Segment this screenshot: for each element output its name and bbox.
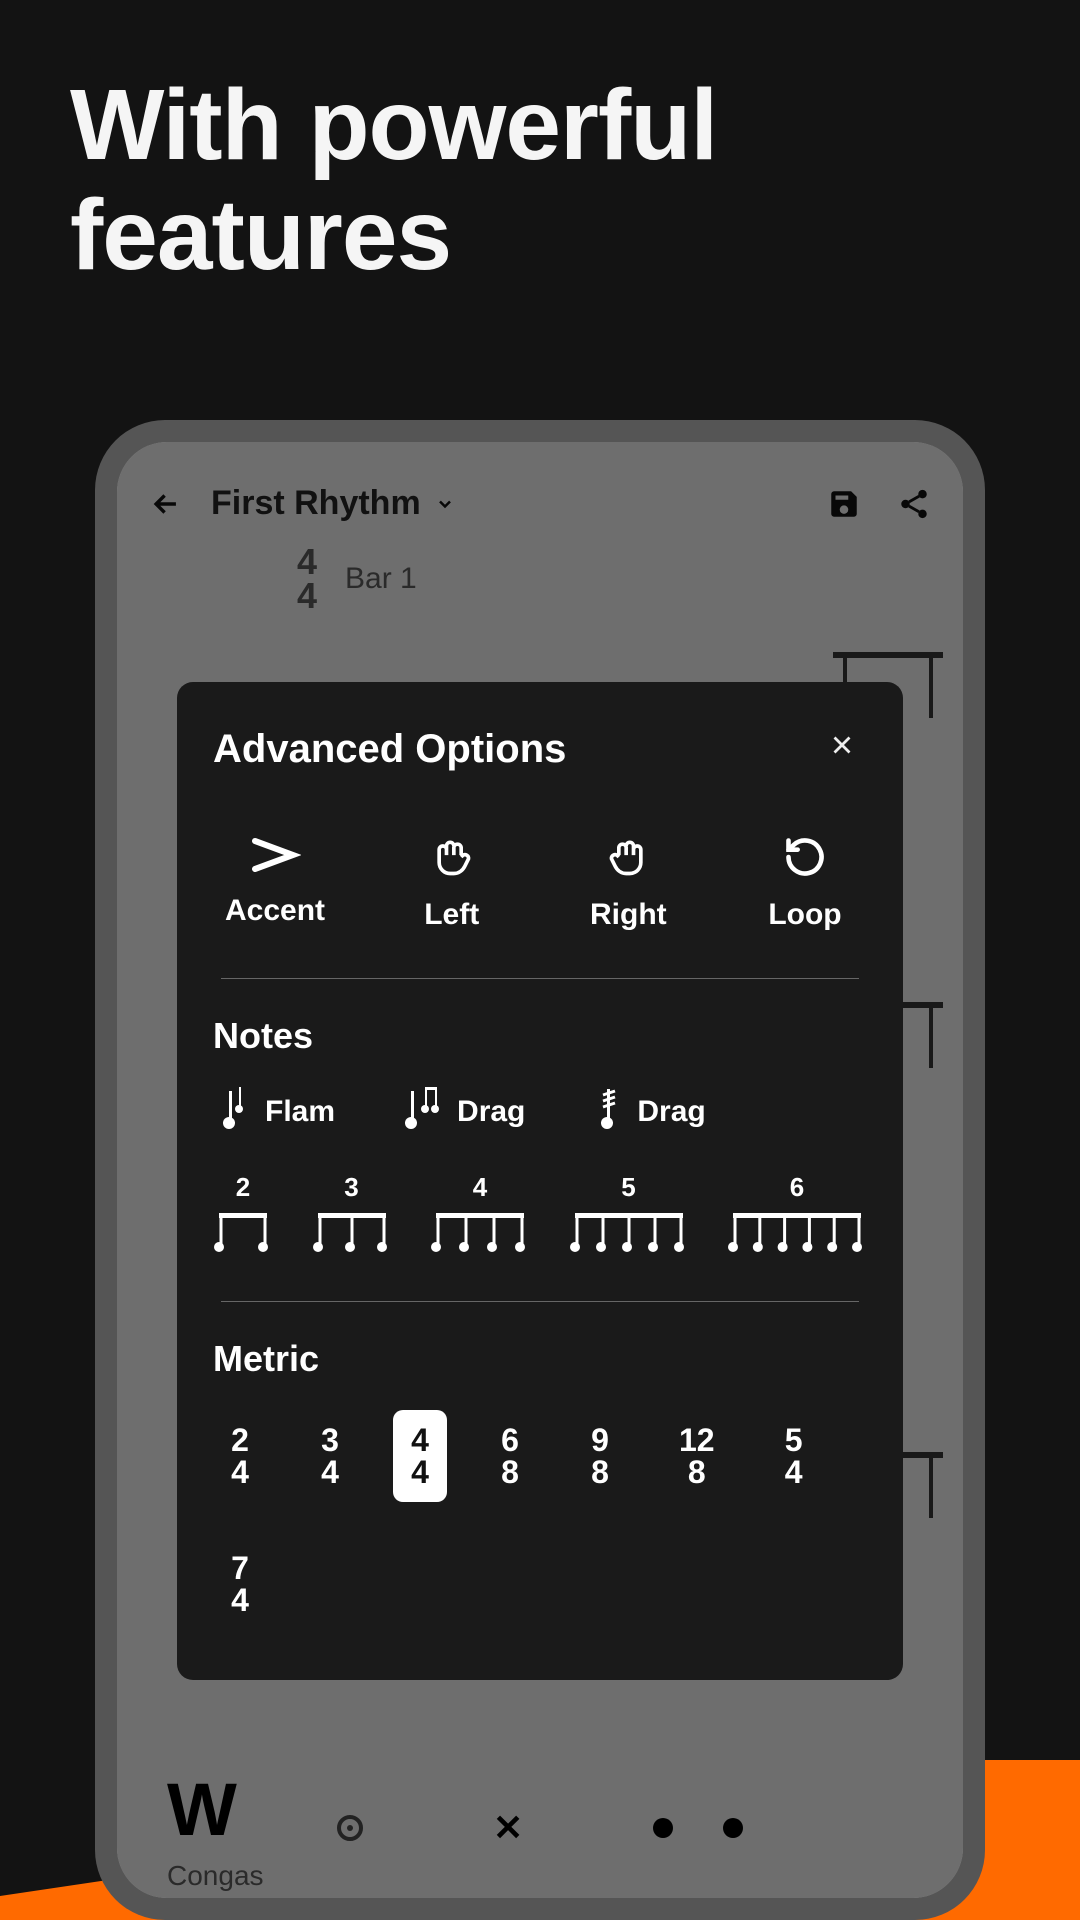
rudiment-drag-2[interactable]: Drag xyxy=(595,1087,705,1136)
drag-icon-2 xyxy=(595,1087,623,1136)
metric-bottom: 4 xyxy=(321,1456,339,1488)
option-label: Loop xyxy=(768,898,841,932)
option-loop[interactable]: Loop xyxy=(755,835,855,932)
rudiment-label: Drag xyxy=(637,1095,705,1129)
modal-title: Advanced Options xyxy=(213,727,566,772)
rudiment-label: Flam xyxy=(265,1095,335,1129)
metric-bottom: 4 xyxy=(411,1456,429,1488)
rudiment-label: Drag xyxy=(457,1095,525,1129)
metric-top: 3 xyxy=(321,1424,339,1456)
headline: With powerful features xyxy=(0,0,1080,290)
metric-bottom: 8 xyxy=(501,1456,519,1488)
tuplet-number: 6 xyxy=(790,1172,804,1203)
metric-top: 9 xyxy=(591,1424,609,1456)
metric-2-4[interactable]: 24 xyxy=(213,1410,267,1502)
hand-left-icon xyxy=(430,835,474,884)
metric-3-4[interactable]: 34 xyxy=(303,1410,357,1502)
rudiment-drag-1[interactable]: Drag xyxy=(405,1087,525,1136)
metric-6-8[interactable]: 68 xyxy=(483,1410,537,1502)
option-label: Left xyxy=(424,898,479,932)
option-accent[interactable]: Accent xyxy=(225,835,325,932)
metric-row: 24344468981285474 xyxy=(213,1410,867,1630)
divider xyxy=(221,978,859,979)
tuplet-6[interactable]: 6 xyxy=(727,1172,867,1255)
metric-bottom: 8 xyxy=(688,1456,706,1488)
phone-frame: First Rhythm 4 4 Bar 1 xyxy=(95,420,985,1920)
hand-right-icon xyxy=(606,835,650,884)
phone-screen: First Rhythm 4 4 Bar 1 xyxy=(117,442,963,1898)
accent-icon xyxy=(249,835,301,880)
metric-top: 2 xyxy=(231,1424,249,1456)
rudiment-flam[interactable]: Flam xyxy=(219,1087,335,1136)
tuplet-number: 2 xyxy=(236,1172,250,1203)
close-button[interactable] xyxy=(817,724,867,775)
metric-top: 6 xyxy=(501,1424,519,1456)
metric-bottom: 4 xyxy=(785,1456,803,1488)
metric-top: 5 xyxy=(785,1424,803,1456)
metric-7-4[interactable]: 74 xyxy=(213,1538,267,1630)
tuplet-5[interactable]: 5 xyxy=(569,1172,689,1255)
metric-top: 12 xyxy=(679,1424,715,1456)
option-left[interactable]: Left xyxy=(402,835,502,932)
metric-4-4[interactable]: 44 xyxy=(393,1410,447,1502)
tuplet-row: 2 3 4 5 6 xyxy=(213,1172,867,1255)
tuplet-3[interactable]: 3 xyxy=(312,1172,392,1255)
option-label: Accent xyxy=(225,894,325,928)
metric-section-title: Metric xyxy=(213,1338,867,1380)
metric-top: 4 xyxy=(411,1424,429,1456)
tuplet-4[interactable]: 4 xyxy=(430,1172,530,1255)
tuplet-number: 5 xyxy=(621,1172,635,1203)
option-label: Right xyxy=(590,898,667,932)
option-right[interactable]: Right xyxy=(578,835,678,932)
tuplet-2[interactable]: 2 xyxy=(213,1172,273,1255)
tuplet-number: 3 xyxy=(344,1172,358,1203)
metric-bottom: 8 xyxy=(591,1456,609,1488)
metric-bottom: 4 xyxy=(231,1584,249,1616)
metric-top: 7 xyxy=(231,1552,249,1584)
metric-12-8[interactable]: 128 xyxy=(663,1410,731,1502)
loop-icon xyxy=(783,835,827,884)
divider xyxy=(221,1301,859,1302)
drag-icon-1 xyxy=(405,1087,443,1136)
notes-section-title: Notes xyxy=(213,1015,867,1057)
metric-bottom: 4 xyxy=(231,1456,249,1488)
metric-5-4[interactable]: 54 xyxy=(767,1410,821,1502)
tuplet-number: 4 xyxy=(473,1172,487,1203)
advanced-options-modal: Advanced Options Accent Left xyxy=(177,682,903,1680)
metric-9-8[interactable]: 98 xyxy=(573,1410,627,1502)
flam-icon xyxy=(219,1087,251,1136)
